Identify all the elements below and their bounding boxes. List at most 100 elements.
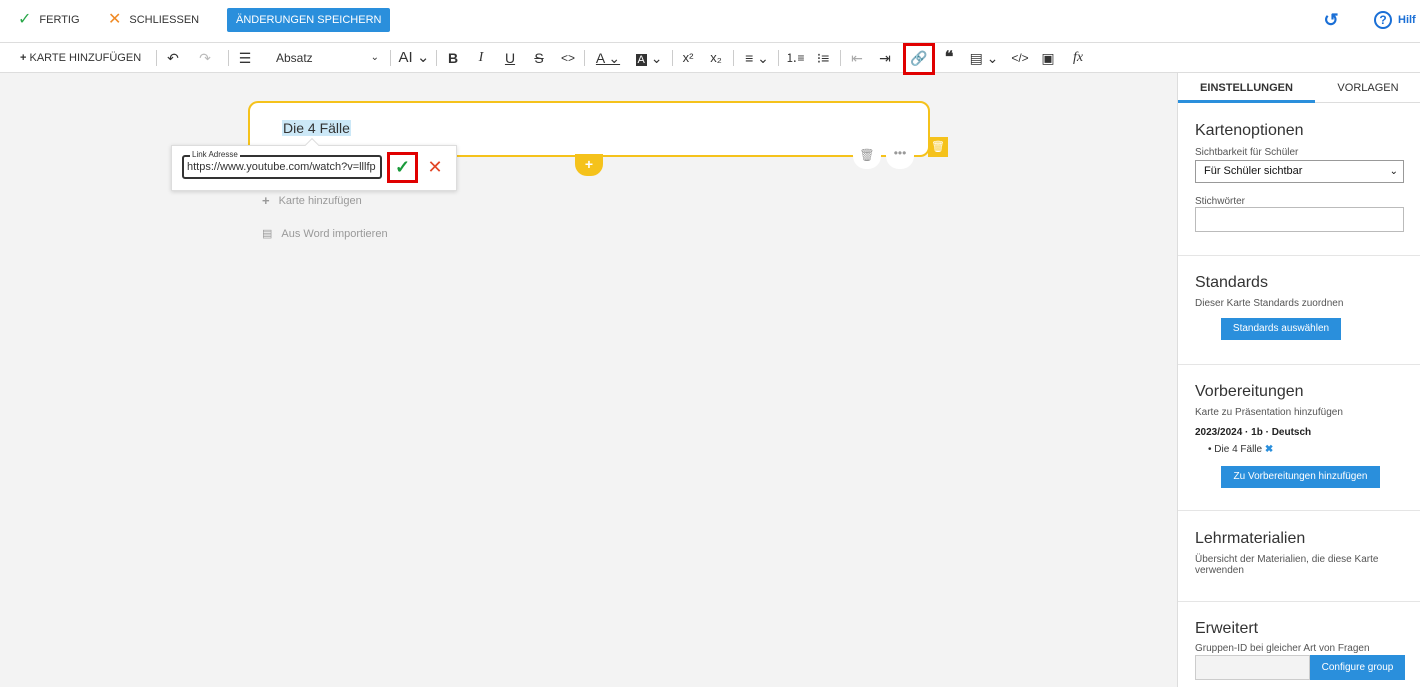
remove-icon[interactable]: ✖ <box>1265 444 1273 455</box>
superscript-icon[interactable]: x² <box>679 43 697 73</box>
underline-icon[interactable]: U <box>501 43 519 73</box>
advanced-title: Erweitert <box>1195 620 1259 637</box>
cancel-link-button[interactable]: ✕ <box>426 156 444 178</box>
card-title-text[interactable]: Die 4 Fälle <box>282 120 351 136</box>
confirm-link-button[interactable]: ✓ <box>387 152 418 183</box>
help-icon: ? <box>1374 11 1392 29</box>
settings-panel: EINSTELLUNGEN VORLAGEN Kartenoptionen Si… <box>1177 73 1420 687</box>
check-icon: ✓ <box>18 11 32 28</box>
toolbar-divider <box>840 50 841 66</box>
strikethrough-icon[interactable]: S <box>530 43 548 73</box>
class-info: 2023/2024 · 1b · Deutsch <box>1195 427 1312 438</box>
tab-settings[interactable]: EINSTELLUNGEN <box>1178 73 1315 103</box>
group-id-input[interactable] <box>1195 655 1310 680</box>
toolbar-divider <box>672 50 673 66</box>
italic-icon[interactable]: I <box>472 43 490 73</box>
template-icon[interactable]: ▤ ⌄ <box>966 43 1002 73</box>
standards-title: Standards <box>1195 274 1268 291</box>
link-address-input[interactable] <box>187 160 377 174</box>
align-icon[interactable]: ≡ ⌄ <box>741 43 773 73</box>
link-address-field[interactable]: Link Adresse <box>182 150 382 179</box>
toolbar-divider <box>436 50 437 66</box>
close-button[interactable]: ✕ SCHLIESSEN <box>108 12 199 28</box>
toolbar-divider <box>390 50 391 66</box>
link-button-highlight <box>903 43 935 75</box>
toolbar-divider <box>733 50 734 66</box>
font-size-icon[interactable]: AI ⌄ <box>397 43 431 73</box>
preparation-item-label: Die 4 Fälle <box>1214 444 1263 455</box>
materials-title: Lehrmaterialien <box>1195 530 1306 547</box>
materials-desc: Übersicht der Materialien, die diese Kar… <box>1195 554 1379 576</box>
image-icon[interactable]: ▣ <box>1039 43 1057 73</box>
chevron-down-icon: ⌄ <box>370 52 379 63</box>
add-card-link[interactable]: + Karte hinzufügen <box>262 193 362 208</box>
delete-card-icon[interactable]: 🗑 <box>928 137 948 157</box>
visibility-value: Für Schüler sichtbar <box>1204 165 1303 177</box>
select-standards-button[interactable]: Standards auswählen <box>1221 318 1341 340</box>
toolbar-divider <box>228 50 229 66</box>
tab-templates[interactable]: VORLAGEN <box>1315 73 1420 103</box>
visibility-label: Sichtbarkeit für Schüler <box>1195 147 1299 158</box>
database-icon[interactable]: ☰ <box>236 43 254 73</box>
add-card-button[interactable]: + KARTE HINZUFÜGEN <box>20 43 141 73</box>
close-icon: ✕ <box>108 11 122 28</box>
add-card-link-label: Karte hinzufügen <box>278 194 362 207</box>
add-card-label: KARTE HINZUFÜGEN <box>29 52 142 64</box>
save-changes-button[interactable]: ÄNDERUNGEN SPEICHERN <box>227 8 391 32</box>
editor-toolbar: + KARTE HINZUFÜGEN ↶ ↷ ☰ Absatz ⌄ AI ⌄ B… <box>0 43 1420 73</box>
card-options-title: Kartenoptionen <box>1195 122 1304 139</box>
top-bar: ✓ FERTIG ✕ SCHLIESSEN ÄNDERUNGEN SPEICHE… <box>0 0 1420 43</box>
keywords-label: Stichwörter <box>1195 196 1246 207</box>
group-id-label: Gruppen-ID bei gleicher Art von Fragen <box>1195 643 1370 654</box>
preparations-desc: Karte zu Präsentation hinzufügen <box>1195 407 1343 418</box>
link-address-label: Link Adresse <box>190 150 240 159</box>
code-block-icon[interactable]: </> <box>1010 43 1030 73</box>
import-word-label: Aus Word importieren <box>281 227 388 240</box>
ordered-list-icon[interactable]: ⒈≡ <box>785 43 805 73</box>
import-word-link[interactable]: ▤ Aus Word importieren <box>262 227 388 241</box>
done-button[interactable]: ✓ FERTIG <box>18 12 80 28</box>
redo-icon[interactable]: ↷ <box>196 43 214 73</box>
format-select-value: Absatz <box>276 51 313 65</box>
keywords-input[interactable] <box>1195 207 1404 232</box>
undo-icon[interactable]: ↶ <box>164 43 182 73</box>
done-label: FERTIG <box>39 14 80 26</box>
outdent-icon[interactable]: ⇤ <box>848 43 866 73</box>
quote-icon[interactable]: ❝ <box>940 43 958 73</box>
visibility-select[interactable]: Für Schüler sichtbar ⌄ <box>1195 160 1404 183</box>
highlight-color-icon[interactable]: A ⌄ <box>632 43 666 73</box>
paragraph-format-select[interactable]: Absatz ⌄ <box>270 49 383 67</box>
toolbar-divider <box>778 50 779 66</box>
panel-tabs: EINSTELLUNGEN VORLAGEN <box>1178 73 1420 103</box>
advanced-section: Erweitert Gruppen-ID bei gleicher Art vo… <box>1178 602 1420 687</box>
bold-icon[interactable]: B <box>444 43 462 73</box>
standards-desc: Dieser Karte Standards zuordnen <box>1195 298 1344 309</box>
formula-icon[interactable]: fx <box>1068 43 1088 73</box>
bullet-list-icon[interactable]: ⁝≡ <box>813 43 833 73</box>
materials-section: Lehrmaterialien Übersicht der Materialie… <box>1178 511 1420 602</box>
toolbar-divider <box>156 50 157 66</box>
add-below-button[interactable]: + <box>575 154 603 176</box>
plus-icon: + <box>20 52 27 64</box>
indent-icon[interactable]: ⇥ <box>876 43 894 73</box>
card-options-section: Kartenoptionen Sichtbarkeit für Schüler … <box>1178 104 1420 256</box>
preparation-item: • Die 4 Fälle ✖ <box>1208 444 1274 455</box>
code-inline-icon[interactable]: <> <box>558 43 578 73</box>
help-label: Hilf <box>1398 14 1416 26</box>
subscript-icon[interactable]: x₂ <box>707 43 725 73</box>
font-color-icon[interactable]: A ⌄ <box>592 43 624 73</box>
add-to-preparations-button[interactable]: Zu Vorbereitungen hinzufügen <box>1221 466 1380 488</box>
history-icon[interactable]: ↺ <box>1321 10 1341 30</box>
toolbar-divider <box>584 50 585 66</box>
configure-group-button[interactable]: Configure group <box>1310 655 1405 680</box>
preparations-section: Vorbereitungen Karte zu Präsentation hin… <box>1178 365 1420 511</box>
preparations-title: Vorbereitungen <box>1195 383 1304 400</box>
standards-section: Standards Dieser Karte Standards zuordne… <box>1178 256 1420 365</box>
trash-icon[interactable]: 🗑 <box>853 143 881 169</box>
plus-icon: + <box>262 193 270 208</box>
close-label: SCHLIESSEN <box>129 14 200 26</box>
link-popup: Link Adresse ✓ ✕ <box>171 137 457 191</box>
help-button[interactable]: ? Hilf <box>1374 11 1416 29</box>
document-icon: ▤ <box>262 228 273 240</box>
more-options-icon[interactable]: ••• <box>886 143 914 169</box>
